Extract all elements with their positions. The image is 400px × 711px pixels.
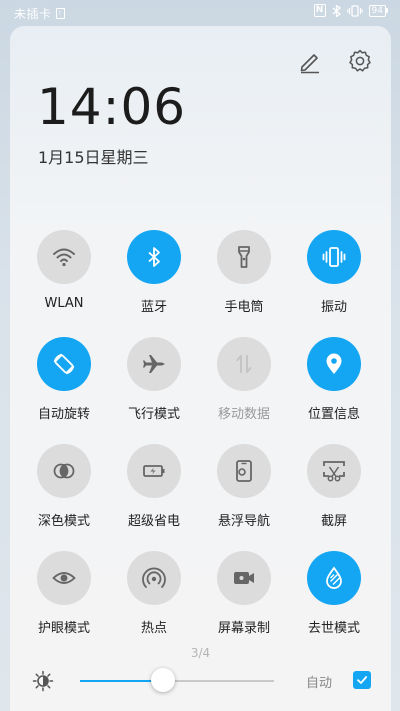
nfc-icon: N [313, 4, 326, 17]
check-icon [357, 676, 368, 684]
toggle-airplane[interactable]: 飞行模式 [109, 337, 199, 422]
toggle-auto-rotate-button[interactable] [37, 337, 91, 391]
carrier-text: 未插卡 [14, 7, 52, 21]
toggle-label: 移动数据 [217, 407, 270, 422]
toggle-flashlight-button[interactable] [217, 230, 271, 284]
toggle-label: 蓝牙 [140, 300, 167, 315]
toggle-label: 位置信息 [307, 407, 360, 422]
edit-icon[interactable] [297, 48, 323, 74]
flashlight-icon [238, 246, 250, 268]
carrier-status: 未插卡 ! [14, 5, 65, 22]
auto-brightness-checkbox[interactable] [353, 671, 371, 689]
toggle-eye-comfort-button[interactable] [37, 551, 91, 605]
toggle-vibrate[interactable]: 振动 [289, 230, 379, 315]
toggle-floating-nav[interactable]: 悬浮导航 [199, 444, 289, 529]
rotate-icon [53, 353, 75, 375]
toggle-battery-saver[interactable]: 超级省电 [109, 444, 199, 529]
toggle-label: 振动 [320, 300, 347, 315]
toggle-screen-record[interactable]: 屏幕录制 [199, 551, 289, 636]
toggle-screen-record-button[interactable] [217, 551, 271, 605]
toggle-label: 飞行模式 [127, 407, 180, 422]
toggle-location[interactable]: 位置信息 [289, 337, 379, 422]
quick-settings-panel: 14:06 1月15日星期三 WLAN 蓝牙 手电筒 振动 自动旋转 飞行模式 … [10, 26, 391, 711]
battery-saver-icon [143, 465, 165, 477]
toggle-battery-saver-button[interactable] [127, 444, 181, 498]
brightness-slider[interactable] [80, 668, 274, 692]
toggle-dark-mode-button[interactable] [37, 444, 91, 498]
toggle-flashlight[interactable]: 手电筒 [199, 230, 289, 315]
toggle-label: 悬浮导航 [217, 514, 270, 529]
toggle-wlan-button[interactable] [37, 230, 91, 284]
battery-icon: 94 [368, 4, 388, 17]
toggle-water-mode-button[interactable] [307, 551, 361, 605]
toggle-bluetooth[interactable]: 蓝牙 [109, 230, 199, 315]
toggle-water-mode[interactable]: 去世模式 [289, 551, 379, 636]
page-indicator: 3/4 [190, 646, 211, 660]
toggle-floating-nav-button[interactable] [217, 444, 271, 498]
airplane-icon [143, 355, 165, 373]
brightness-icon [32, 670, 54, 692]
battery-level: 94 [368, 4, 386, 17]
toggle-label: 屏幕录制 [217, 621, 270, 636]
toggle-wlan[interactable]: WLAN [19, 230, 109, 311]
toggle-label: 自动旋转 [37, 407, 90, 422]
toggle-eye-comfort[interactable]: 护眼模式 [19, 551, 109, 636]
sim-absent-icon: ! [55, 8, 65, 19]
status-bar: 未插卡 ! N 94 [0, 0, 400, 26]
bluetooth-status-icon [332, 4, 341, 17]
toggle-vibrate-button[interactable] [307, 230, 361, 284]
toggle-label: 深色模式 [37, 514, 90, 529]
hotspot-icon [142, 567, 166, 588]
vibrate-status-icon [346, 4, 363, 17]
bluetooth-icon [148, 247, 160, 267]
brightness-row: 自动 [10, 666, 391, 696]
toggle-screenshot-button[interactable] [307, 444, 361, 498]
toggle-label: 热点 [140, 621, 167, 636]
toggle-label: 超级省电 [127, 514, 180, 529]
toggle-location-button[interactable] [307, 337, 361, 391]
toggle-hotspot[interactable]: 热点 [109, 551, 199, 636]
clock-time[interactable]: 14:06 [37, 78, 186, 136]
water-drop-icon [326, 566, 342, 589]
screenshot-icon [323, 461, 345, 482]
gear-icon[interactable] [347, 48, 373, 74]
system-icons: N 94 [313, 4, 388, 17]
toggle-label: 手电筒 [224, 300, 264, 315]
auto-brightness-label: 自动 [306, 676, 333, 691]
brightness-slider-handle[interactable] [151, 668, 176, 692]
floating-nav-icon [236, 460, 252, 482]
toggle-label: 截屏 [320, 514, 347, 529]
toggle-airplane-button[interactable] [127, 337, 181, 391]
toggle-dark-mode[interactable]: 深色模式 [19, 444, 109, 529]
dark-mode-icon [53, 463, 75, 479]
toggle-label: 去世模式 [307, 621, 360, 636]
vibrate-icon [322, 247, 346, 267]
wifi-icon [53, 248, 75, 267]
location-icon [326, 353, 342, 374]
clock-date[interactable]: 1月15日星期三 [38, 144, 149, 168]
mobile-data-icon [236, 355, 252, 373]
toggle-auto-rotate[interactable]: 自动旋转 [19, 337, 109, 422]
toggle-label: 护眼模式 [37, 621, 90, 636]
toggle-screenshot[interactable]: 截屏 [289, 444, 379, 529]
eye-icon [52, 572, 76, 584]
toggle-mobile-data-button[interactable] [217, 337, 271, 391]
toggle-label: WLAN [44, 296, 84, 311]
toggle-bluetooth-button[interactable] [127, 230, 181, 284]
toggle-mobile-data[interactable]: 移动数据 [199, 337, 289, 422]
screen-record-icon [234, 572, 254, 584]
toggle-hotspot-button[interactable] [127, 551, 181, 605]
